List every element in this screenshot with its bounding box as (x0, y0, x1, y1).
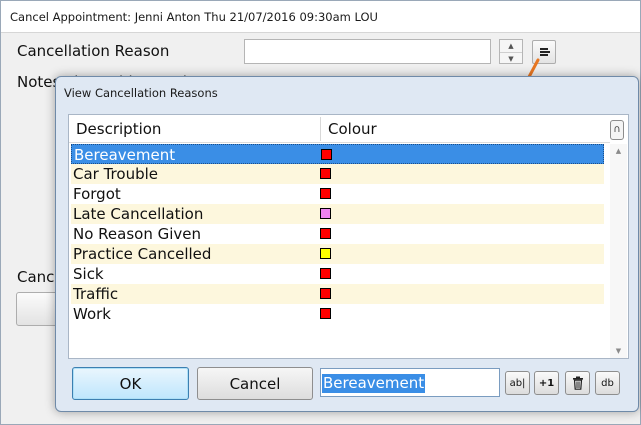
parent-titlebar: Cancel Appointment: Jenni Anton Thu 21/0… (1, 1, 640, 33)
trash-icon (572, 376, 583, 390)
table-row[interactable]: Sick (71, 264, 604, 284)
view-cancellation-reasons-dialog: View Cancellation Reasons Description Co… (55, 76, 639, 412)
database-button[interactable]: db (595, 371, 620, 395)
table-row[interactable]: Bereavement (71, 144, 604, 164)
row-description: No Reason Given (73, 225, 202, 243)
cancel-button[interactable]: Cancel (197, 367, 313, 400)
table-row[interactable]: Traffic (71, 284, 604, 304)
column-divider[interactable] (320, 117, 321, 141)
scroll-up-icon[interactable]: ▲ (610, 144, 627, 158)
column-chooser-icon[interactable]: ∩ (610, 120, 624, 140)
edit-text-button[interactable]: ab| (505, 371, 530, 395)
list-icon-line (540, 51, 550, 53)
table-row[interactable]: Forgot (71, 184, 604, 204)
grid-scrollbar[interactable]: ▲ ▼ (610, 144, 627, 358)
cancellation-reason-label: Cancellation Reason (17, 42, 170, 60)
table-row[interactable]: Work (71, 304, 604, 324)
row-description: Practice Cancelled (73, 245, 212, 263)
cancelled-by-label: Canc (17, 268, 55, 286)
colour-swatch (320, 188, 331, 199)
plus-one-icon: +1 (538, 377, 555, 389)
colour-swatch (320, 228, 331, 239)
ok-button[interactable]: OK (72, 367, 189, 400)
edit-text-icon: ab| (509, 377, 526, 389)
grid-header: Description Colour (69, 115, 610, 143)
table-row[interactable]: No Reason Given (71, 224, 604, 244)
spin-up-icon[interactable]: ▲ (500, 40, 522, 52)
database-icon: db (601, 377, 614, 389)
table-row[interactable]: Car Trouble (71, 164, 604, 184)
description-edit-selected-text: Bereavement (322, 374, 426, 393)
colour-swatch (321, 149, 332, 160)
grid-rows: Bereavement Car Trouble Forgot Late Cancell… (71, 144, 604, 354)
colour-swatch (320, 268, 331, 279)
list-icon-line (540, 48, 548, 50)
row-description: Forgot (73, 185, 121, 203)
row-description: Sick (73, 265, 104, 283)
colour-swatch (320, 208, 331, 219)
delete-button[interactable] (565, 371, 590, 395)
row-description: Car Trouble (73, 165, 158, 183)
dialog-title: View Cancellation Reasons (64, 86, 218, 100)
table-row[interactable]: Practice Cancelled (71, 244, 604, 264)
parent-window-title: Cancel Appointment: Jenni Anton Thu 21/0… (10, 10, 378, 24)
colour-swatch (320, 308, 331, 319)
increment-button[interactable]: +1 (534, 371, 559, 395)
table-row[interactable]: Late Cancellation (71, 204, 604, 224)
row-description: Bereavement (74, 146, 176, 164)
column-header-description[interactable]: Description (76, 120, 161, 138)
row-description: Traffic (73, 285, 119, 303)
scroll-down-icon[interactable]: ▼ (610, 344, 627, 358)
cancellation-reason-input[interactable] (244, 39, 491, 64)
colour-swatch (320, 248, 331, 259)
colour-swatch (320, 168, 331, 179)
reasons-grid: Description Colour ∩ Bereavement Car Trou… (68, 114, 629, 359)
row-description: Late Cancellation (73, 205, 204, 223)
row-description: Work (73, 305, 111, 323)
column-header-colour[interactable]: Colour (328, 120, 377, 138)
colour-swatch (320, 288, 331, 299)
